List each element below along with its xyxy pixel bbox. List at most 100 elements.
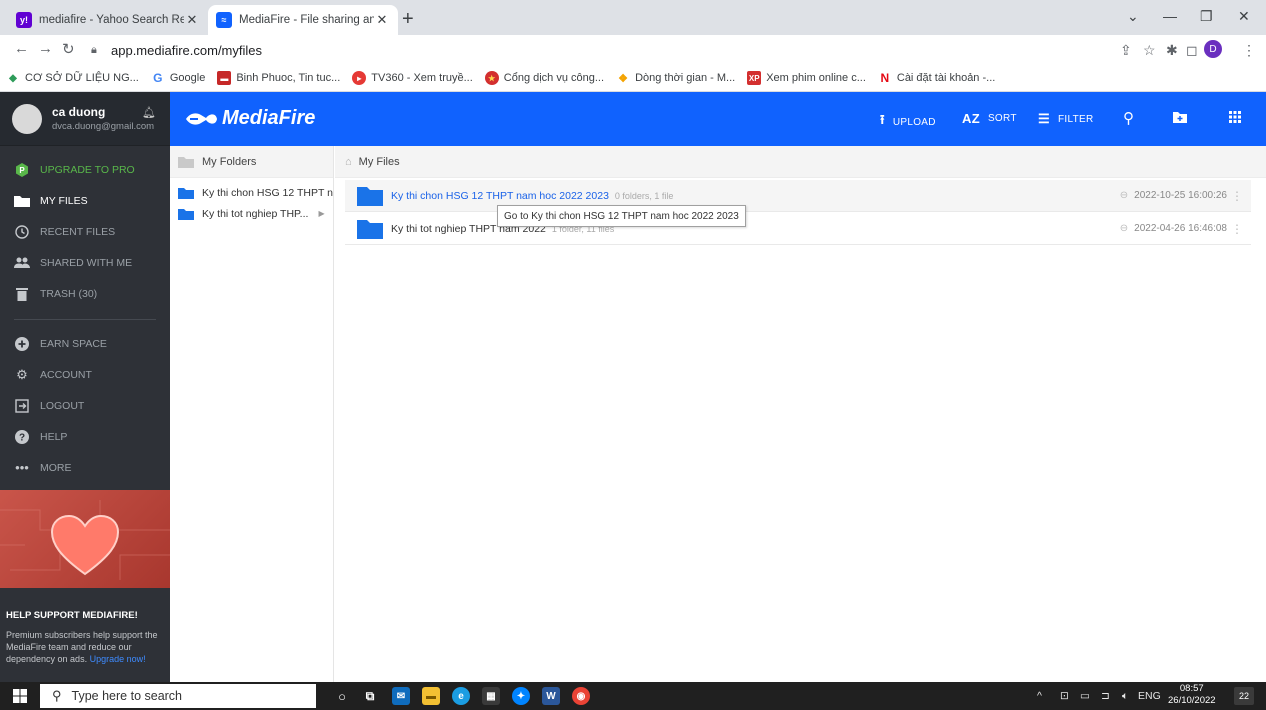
plus-circle-icon: [14, 336, 30, 352]
bookmark-item[interactable]: ★ Cổng dịch vụ công...: [484, 71, 604, 85]
taskbar-search[interactable]: ⚲ Type here to search: [40, 684, 316, 708]
tab-mediafire[interactable]: ≈ MediaFire - File sharing and stora ✕: [208, 5, 398, 35]
profile-avatar[interactable]: D: [1204, 40, 1222, 58]
sidebar-item-my-files[interactable]: MY FILES: [0, 185, 170, 216]
breadcrumb-label[interactable]: My Files: [359, 156, 400, 168]
new-tab-button[interactable]: +: [402, 9, 414, 29]
task-view-icon[interactable]: ⧉: [361, 687, 379, 705]
menu-icon[interactable]: ⋮: [1242, 42, 1256, 59]
avatar[interactable]: [12, 103, 42, 134]
filter-button[interactable]: ☰ FILTER: [1038, 111, 1093, 127]
tray-chevron-icon[interactable]: ^: [1037, 690, 1042, 702]
volume-icon[interactable]: 🔈︎: [1122, 690, 1128, 703]
bell-icon[interactable]: 🔔︎: [142, 106, 156, 119]
mediafire-icon: ≈: [216, 12, 232, 28]
upload-button[interactable]: ⭱ UPLOAD: [880, 111, 936, 133]
bookmark-item[interactable]: ▬ Binh Phuoc, Tin tuc...: [217, 71, 340, 85]
mediafire-logo-icon: [186, 112, 217, 125]
back-icon[interactable]: ←: [14, 40, 29, 57]
tab-search-icon[interactable]: ⌄: [1127, 8, 1139, 25]
address-text: app.mediafire.com/myfiles: [111, 42, 262, 58]
restore-button[interactable]: ❐: [1200, 8, 1213, 25]
sidepanel-icon[interactable]: ◻: [1186, 42, 1198, 59]
grid-view-icon[interactable]: [1229, 110, 1241, 127]
mediafire-logo[interactable]: MediaFire: [184, 107, 315, 130]
user-email: dvca.duong@gmail.com: [52, 121, 155, 132]
file-explorer-icon[interactable]: ▬: [422, 687, 440, 705]
tab-strip: y! mediafire - Yahoo Search Results ✕ ≈ …: [0, 0, 1266, 35]
file-date-cell: ⊖ 2022-10-25 16:00:26: [1120, 190, 1227, 201]
bookmark-item[interactable]: G Google: [151, 71, 205, 85]
close-tab-icon[interactable]: ✕: [184, 12, 200, 28]
edge-icon[interactable]: e: [452, 687, 470, 705]
upgrade-link[interactable]: Upgrade now!: [90, 654, 146, 664]
reload-icon[interactable]: ↻: [62, 40, 75, 58]
clock-icon: [14, 224, 30, 240]
file-row[interactable]: Ky thi chon HSG 12 THPT nam hoc 2022 202…: [345, 180, 1251, 212]
language-indicator[interactable]: ENG: [1138, 690, 1161, 702]
messenger-icon[interactable]: ✦: [512, 687, 530, 705]
file-row[interactable]: Ky thi tot nghiep THPT nam 2022 1 folder…: [345, 213, 1251, 245]
battery-icon[interactable]: ▭: [1080, 690, 1090, 702]
bookmark-item[interactable]: ❖ Dòng thời gian - M...: [616, 71, 735, 85]
taskbar-clock[interactable]: 08:57 26/10/2022: [1168, 683, 1216, 707]
sidebar-item-trash[interactable]: TRASH (30): [0, 278, 170, 309]
tray-app-icon[interactable]: ⊡: [1060, 690, 1069, 702]
link-icon[interactable]: ⊖: [1120, 190, 1128, 201]
store-icon[interactable]: ▦: [482, 687, 500, 705]
bookmark-item[interactable]: N Cài đặt tài khoản -...: [878, 71, 996, 85]
user-box[interactable]: ca duong dvca.duong@gmail.com 🔔︎: [0, 92, 170, 146]
expand-arrow-icon[interactable]: ▶: [318, 209, 324, 218]
yahoo-icon: y!: [16, 12, 32, 28]
mail-icon[interactable]: ✉: [392, 687, 410, 705]
share-icon[interactable]: ⇪: [1120, 42, 1132, 59]
star-icon[interactable]: ☆: [1143, 42, 1156, 59]
sidebar-item-label: UPGRADE TO PRO: [40, 163, 135, 176]
sidebar-item-shared[interactable]: SHARED WITH ME: [0, 247, 170, 278]
svg-text:?: ?: [19, 432, 25, 443]
sidebar-item-upgrade[interactable]: P UPGRADE TO PRO: [0, 154, 170, 185]
sort-button[interactable]: AZ SORT: [962, 111, 1017, 126]
link-icon[interactable]: ⊖: [1120, 223, 1128, 234]
file-date-cell: ⊖ 2022-04-26 16:46:08: [1120, 223, 1227, 234]
timeline-icon: ❖: [618, 72, 628, 85]
bookmark-item[interactable]: XP Xem phim online c...: [747, 71, 866, 85]
sidebar-item-recent[interactable]: RECENT FILES: [0, 216, 170, 247]
search-icon[interactable]: ⚲: [1123, 109, 1134, 127]
bookmark-item[interactable]: ◆ CƠ SỞ DỮ LIỆU NG...: [6, 71, 139, 85]
cortana-icon[interactable]: ○: [333, 687, 351, 705]
home-icon[interactable]: ⌂: [345, 156, 352, 168]
close-window-button[interactable]: ✕: [1238, 8, 1250, 25]
new-folder-icon[interactable]: [1173, 110, 1187, 127]
folder-tree-item[interactable]: Ky thi chon HSG 12 THPT n...: [170, 182, 333, 203]
bookmark-label: TV360 - Xem truyề...: [371, 72, 473, 84]
network-icon[interactable]: ⊐: [1101, 690, 1110, 702]
folder-tree-item[interactable]: Ky thi tot nghiep THP... ▶: [170, 203, 333, 224]
forward-icon[interactable]: →: [38, 40, 53, 57]
row-menu-icon[interactable]: ⋮: [1231, 222, 1243, 236]
tab-yahoo[interactable]: y! mediafire - Yahoo Search Results ✕: [8, 5, 208, 35]
row-menu-icon[interactable]: ⋮: [1231, 189, 1243, 203]
folder-icon: [357, 219, 383, 239]
folder-icon: [178, 187, 194, 199]
tv360-icon: ▸: [352, 71, 367, 85]
sidebar-item-earn-space[interactable]: EARN SPACE: [0, 328, 170, 359]
address-bar[interactable]: 🔒︎ app.mediafire.com/myfiles: [91, 37, 1171, 63]
bookmark-label: Binh Phuoc, Tin tuc...: [236, 72, 341, 84]
minimize-button[interactable]: —: [1163, 8, 1177, 24]
word-icon[interactable]: W: [542, 687, 560, 705]
bookmark-item[interactable]: ▸ TV360 - Xem truyề...: [352, 71, 473, 85]
close-tab-icon[interactable]: ✕: [374, 12, 390, 28]
notification-center-button[interactable]: 22: [1234, 687, 1254, 705]
windows-start-icon[interactable]: [13, 689, 27, 703]
sidebar-item-logout[interactable]: LOGOUT: [0, 390, 170, 421]
sidebar-item-account[interactable]: ⚙ ACCOUNT: [0, 359, 170, 390]
sidebar-item-help[interactable]: ? HELP: [0, 421, 170, 452]
chrome-icon[interactable]: ◉: [572, 687, 590, 705]
file-name[interactable]: Ky thi chon HSG 12 THPT nam hoc 2022 202…: [391, 190, 609, 202]
breadcrumb: ⌂ My Files: [335, 146, 1266, 178]
sidebar-item-more[interactable]: ••• MORE: [0, 452, 170, 483]
file-date: 2022-10-25 16:00:26: [1134, 190, 1227, 201]
extensions-icon[interactable]: ✱: [1166, 42, 1178, 59]
upload-icon: ⭱: [880, 112, 885, 127]
